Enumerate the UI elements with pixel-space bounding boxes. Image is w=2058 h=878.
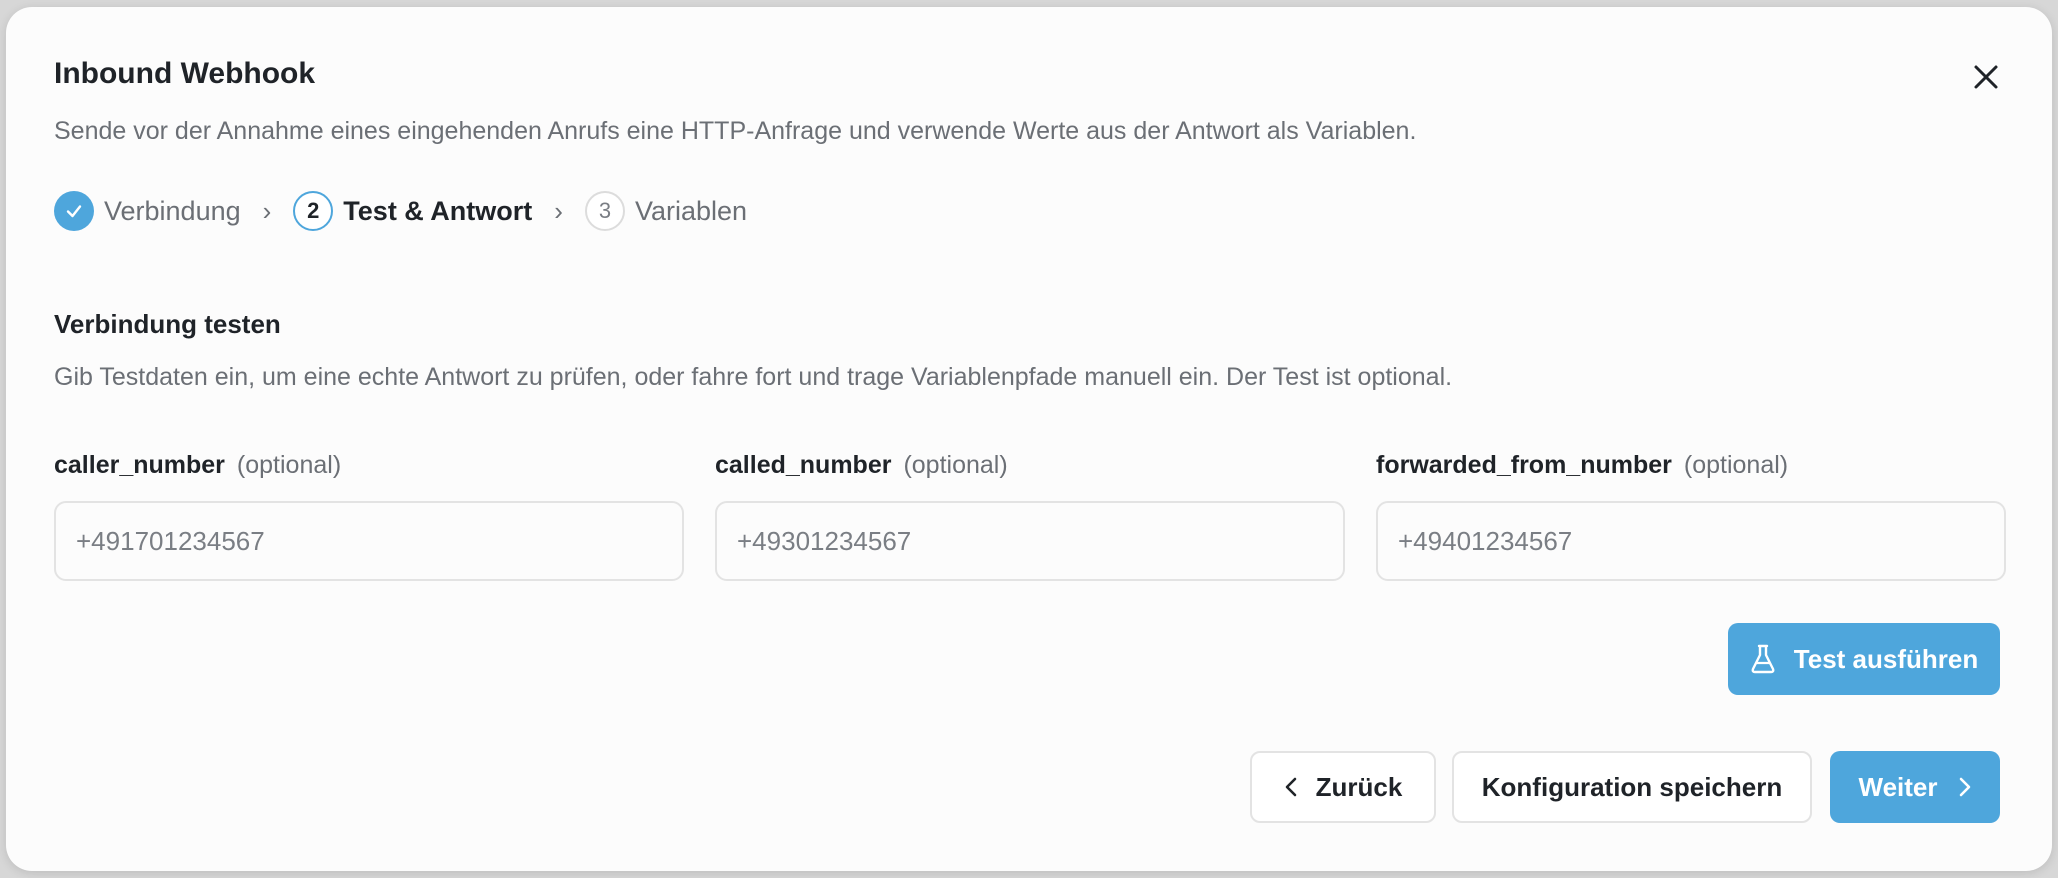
field-called-number: called_number (optional) (715, 451, 1345, 581)
step-number-badge: 2 (293, 191, 334, 231)
step-label: Variablen (634, 195, 748, 226)
save-configuration-button[interactable]: Konfiguration speichern (1452, 751, 1812, 823)
flask-icon (1750, 644, 1776, 674)
close-button[interactable] (1966, 57, 2006, 97)
run-test-button[interactable]: Test ausführen (1728, 623, 2000, 695)
next-button[interactable]: Weiter (1830, 751, 2000, 823)
step-label: Test & Antwort (343, 195, 533, 226)
field-label: forwarded_from_number (optional) (1376, 451, 2006, 483)
section-title: Verbindung testen (54, 309, 281, 339)
chevron-left-icon (1284, 776, 1298, 798)
field-label: caller_number (optional) (54, 451, 684, 483)
field-optional-hint: (optional) (1683, 451, 1789, 479)
step-separator: › (262, 195, 272, 226)
close-icon (1974, 65, 1998, 89)
next-label: Weiter (1858, 771, 1938, 802)
step-label: Verbindung (104, 195, 241, 226)
field-label: called_number (optional) (715, 451, 1345, 483)
stepper: Verbindung › 2 Test & Antwort › 3 Variab… (54, 190, 747, 232)
caller-number-input[interactable] (54, 501, 684, 581)
checkmark-icon (66, 205, 82, 218)
forwarded-from-number-input[interactable] (1376, 501, 2006, 581)
called-number-input[interactable] (715, 501, 1345, 581)
field-forwarded-from-number: forwarded_from_number (optional) (1376, 451, 2006, 581)
dialog-subtitle: Sende vor der Annahme eines eingehenden … (54, 117, 1417, 145)
dialog-title: Inbound Webhook (54, 57, 316, 90)
field-name: forwarded_from_number (1376, 451, 1672, 479)
field-caller-number: caller_number (optional) (54, 451, 684, 581)
field-name: caller_number (54, 451, 225, 479)
step-test-antwort[interactable]: 2 Test & Antwort (293, 191, 532, 231)
field-name: called_number (715, 451, 892, 479)
chevron-right-icon (1958, 776, 1972, 798)
step-number-badge: 3 (584, 191, 625, 231)
field-optional-hint: (optional) (236, 451, 342, 479)
run-test-label: Test ausführen (1793, 643, 1979, 674)
field-optional-hint: (optional) (903, 451, 1008, 479)
back-label: Zurück (1315, 771, 1403, 802)
step-verbindung[interactable]: Verbindung (54, 191, 241, 231)
inbound-webhook-dialog: Inbound Webhook Sende vor der Annahme ei… (6, 7, 2052, 871)
save-label: Konfiguration speichern (1481, 771, 1783, 802)
section-description: Gib Testdaten ein, um eine echte Antwort… (54, 363, 1453, 391)
back-button[interactable]: Zurück (1250, 751, 1436, 823)
step-done-badge (54, 191, 94, 231)
step-separator: › (554, 195, 563, 226)
step-variablen[interactable]: 3 Variablen (584, 191, 748, 231)
